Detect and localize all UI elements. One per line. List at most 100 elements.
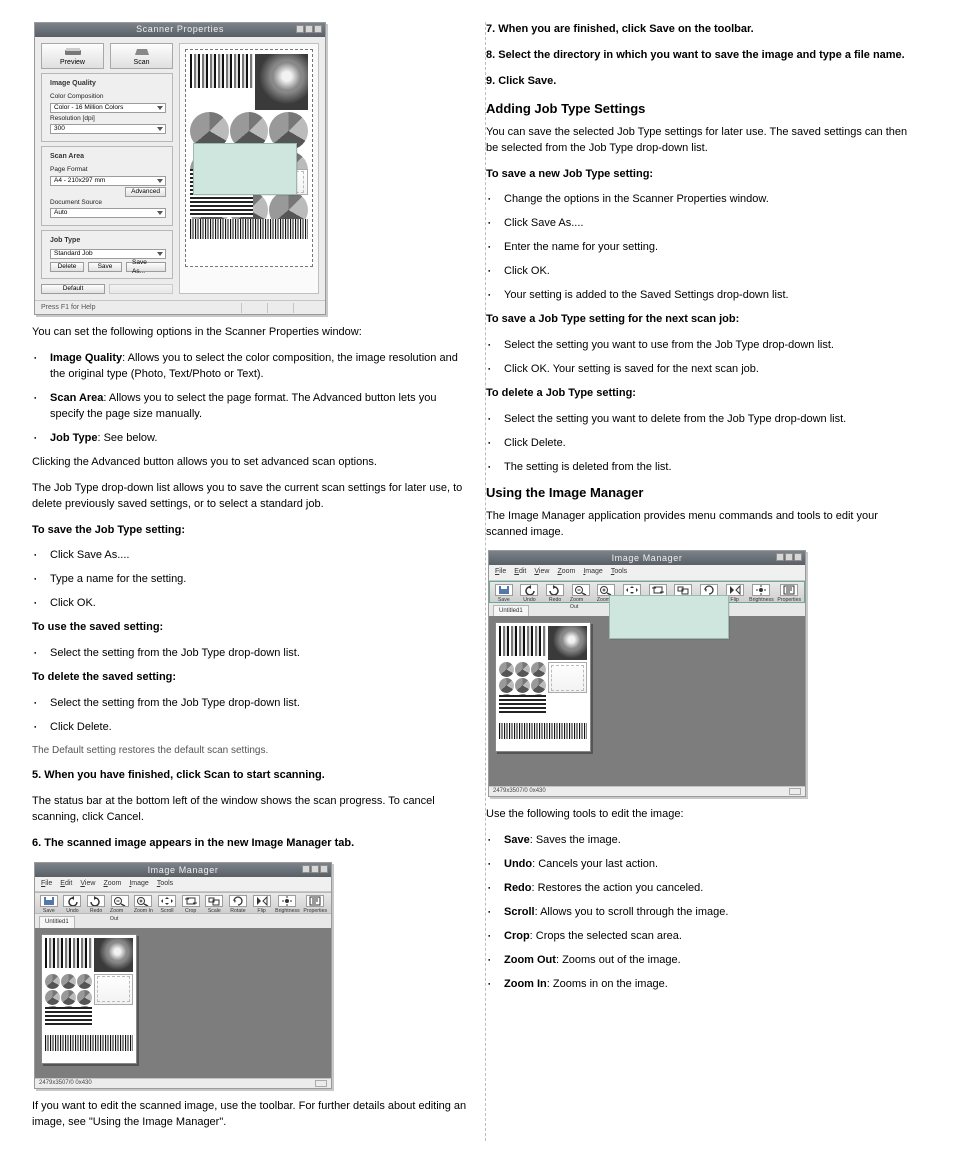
list-item: Select the setting from the Job Type dro… bbox=[34, 646, 468, 662]
tool-label: Save bbox=[43, 908, 55, 916]
window-title: Scanner Properties bbox=[136, 23, 224, 36]
tool-zoomin[interactable]: Zoom In bbox=[134, 895, 154, 916]
right-save-head: To save a new Job Type setting: bbox=[486, 167, 922, 183]
default-button[interactable]: Default bbox=[41, 284, 105, 294]
menu-view[interactable]: View bbox=[534, 567, 549, 577]
tabs: Untitled1 bbox=[35, 914, 331, 928]
menu-edit[interactable]: Edit bbox=[514, 567, 526, 577]
menu-zoom[interactable]: Zoom bbox=[103, 879, 121, 889]
left-tail: If you want to edit the scanned image, u… bbox=[32, 1099, 468, 1131]
list-item: Type a name for the setting. bbox=[34, 572, 468, 588]
menu-zoom[interactable]: Zoom bbox=[557, 567, 575, 577]
status-text: 2479x3507/0 0x430 bbox=[39, 1079, 92, 1088]
menu-image[interactable]: Image bbox=[129, 879, 148, 889]
properties-icon bbox=[306, 895, 324, 907]
resize-grip[interactable] bbox=[789, 788, 801, 795]
menu-image[interactable]: Image bbox=[583, 567, 602, 577]
callout-preview bbox=[193, 143, 297, 195]
tool-scroll[interactable]: Scroll bbox=[157, 895, 177, 916]
tool-properties[interactable]: Properties bbox=[303, 895, 327, 916]
advanced-button[interactable]: Advanced bbox=[125, 187, 166, 197]
tool-redo[interactable]: Redo bbox=[544, 584, 566, 605]
resolution-label: Resolution [dpi] bbox=[50, 114, 102, 123]
tool-label: Zoom Out bbox=[110, 908, 130, 923]
tab-untitled[interactable]: Untitled1 bbox=[493, 605, 529, 617]
disabled-button bbox=[109, 284, 173, 294]
tool-label: Brightness bbox=[749, 597, 774, 605]
tool-desc-zoom-in: Zoom In: Zooms in on the image. bbox=[488, 977, 922, 993]
tool-save[interactable]: Save bbox=[493, 584, 515, 605]
scan-button[interactable]: Scan bbox=[110, 43, 173, 69]
preview-image bbox=[499, 626, 587, 748]
preview-icon bbox=[42, 47, 103, 57]
document-source-select[interactable]: Auto bbox=[50, 208, 166, 218]
color-composition-select[interactable]: Color - 16 Million Colors bbox=[50, 103, 166, 113]
job-type-select[interactable]: Standard Job bbox=[50, 249, 166, 259]
menu-edit[interactable]: Edit bbox=[60, 879, 72, 889]
tool-rotate[interactable]: Rotate bbox=[228, 895, 248, 916]
tool-label: Save bbox=[498, 597, 510, 605]
tool-brightness[interactable]: Brightness bbox=[275, 895, 299, 916]
tool-label: Properties bbox=[303, 908, 327, 916]
window-controls[interactable] bbox=[296, 25, 322, 33]
brightness-icon bbox=[278, 895, 296, 907]
zoomout-icon bbox=[572, 584, 590, 596]
tab-untitled[interactable]: Untitled1 bbox=[39, 916, 75, 928]
tool-desc-list: Save: Saves the image.Undo: Cancels your… bbox=[488, 833, 922, 993]
undo-icon bbox=[63, 895, 81, 907]
tool-flip[interactable]: Flip bbox=[252, 895, 272, 916]
tool-brightness[interactable]: Brightness bbox=[749, 584, 773, 605]
menu-file[interactable]: File bbox=[41, 879, 52, 889]
tool-undo[interactable]: Undo bbox=[519, 584, 541, 605]
right-next-head: To save a Job Type setting for the next … bbox=[486, 312, 922, 328]
crop-icon bbox=[182, 895, 200, 907]
tool-label: Undo bbox=[523, 597, 535, 605]
window-controls[interactable] bbox=[302, 865, 328, 873]
save-button[interactable]: Save bbox=[88, 262, 122, 272]
preview-button[interactable]: Preview bbox=[41, 43, 104, 69]
tool-label: Scale bbox=[208, 908, 221, 916]
heading-add-jobtype: Adding Job Type Settings bbox=[486, 100, 922, 119]
save-steps: Click Save As.... Type a name for the se… bbox=[34, 548, 468, 612]
tool-properties[interactable]: Properties bbox=[777, 584, 801, 605]
window-titlebar: Scanner Properties bbox=[35, 23, 325, 37]
tool-zoomout[interactable]: Zoom Out bbox=[570, 584, 592, 612]
menubar[interactable]: File Edit View Zoom Image Tools bbox=[489, 565, 805, 580]
menu-view[interactable]: View bbox=[80, 879, 95, 889]
tool-scale[interactable]: Scale bbox=[204, 895, 224, 916]
tool-zoomout[interactable]: Zoom Out bbox=[110, 895, 130, 923]
menu-file[interactable]: File bbox=[495, 567, 506, 577]
right-save-steps: Change the options in the Scanner Proper… bbox=[488, 192, 922, 304]
save-as-button[interactable]: Save As... bbox=[126, 262, 166, 272]
crop-icon bbox=[649, 584, 667, 596]
menu-tools[interactable]: Tools bbox=[157, 879, 173, 889]
statusbar: 2479x3507/0 0x430 bbox=[489, 786, 805, 796]
advanced-para: Clicking the Advanced button allows you … bbox=[32, 455, 468, 471]
menu-tools[interactable]: Tools bbox=[611, 567, 627, 577]
step7: 7. When you are finished, click Save on … bbox=[486, 22, 922, 38]
save-icon bbox=[495, 584, 513, 596]
list-item: Click Save As.... bbox=[488, 216, 922, 232]
delete-button[interactable]: Delete bbox=[50, 262, 84, 272]
canvas-area[interactable] bbox=[35, 928, 331, 1078]
resize-grip[interactable] bbox=[315, 1080, 327, 1087]
window-titlebar: Image Manager bbox=[35, 863, 331, 877]
menubar[interactable]: File Edit View Zoom Image Tools bbox=[35, 877, 331, 892]
right-delete-head: To delete a Job Type setting: bbox=[486, 386, 922, 402]
tool-undo[interactable]: Undo bbox=[63, 895, 83, 916]
document-source-label: Document Source bbox=[50, 198, 102, 207]
tool-save[interactable]: Save bbox=[39, 895, 59, 916]
list-item: Your setting is added to the Saved Setti… bbox=[488, 288, 922, 304]
tool-redo[interactable]: Redo bbox=[86, 895, 106, 916]
tool-desc-redo: Redo: Restores the action you canceled. bbox=[488, 881, 922, 897]
right-next-steps: Select the setting you want to use from … bbox=[488, 338, 922, 378]
list-item: Click OK. bbox=[34, 596, 468, 612]
window-controls[interactable] bbox=[776, 553, 802, 561]
resolution-select[interactable]: 300 bbox=[50, 124, 166, 134]
list-item: Select the setting you want to delete fr… bbox=[488, 412, 922, 428]
tool-crop[interactable]: Crop bbox=[181, 895, 201, 916]
job-type-group: Job Type Standard Job Delete Save Save A… bbox=[41, 230, 173, 279]
page-format-select[interactable]: A4 - 210x297 mm bbox=[50, 176, 166, 186]
scan-button-label: Scan bbox=[134, 58, 150, 68]
canvas-area[interactable] bbox=[489, 616, 805, 786]
